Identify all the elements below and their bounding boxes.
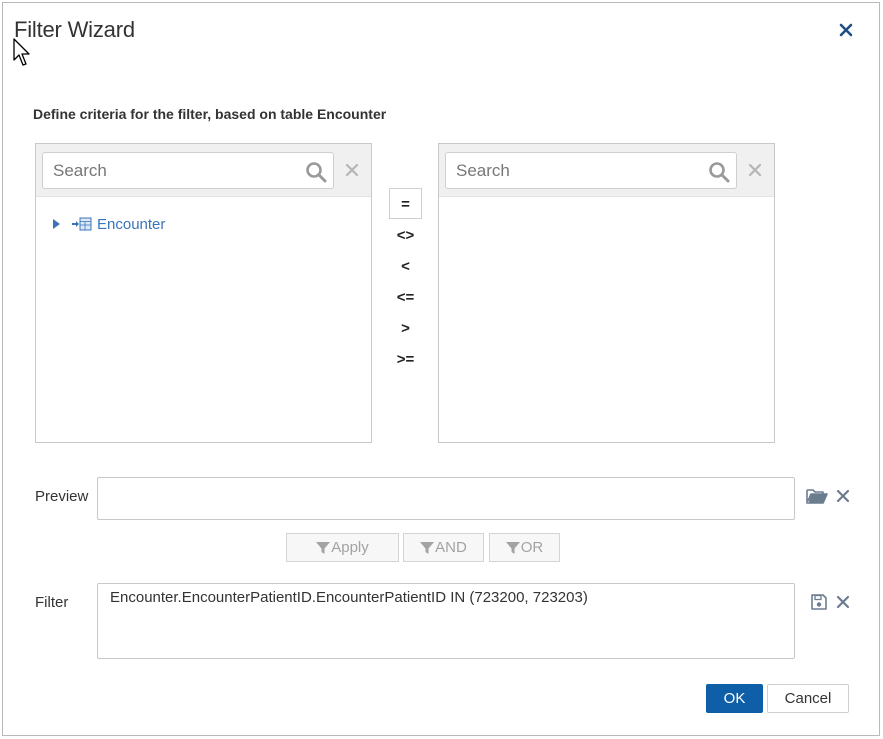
close-icon[interactable]: [836, 20, 856, 40]
filter-label: Filter: [35, 594, 69, 611]
value-panel: [438, 143, 775, 443]
value-search-bar: [439, 144, 774, 197]
mouse-cursor-icon: [13, 38, 30, 66]
search-icon[interactable]: [305, 161, 327, 183]
preview-field[interactable]: [97, 477, 795, 520]
clear-preview-icon[interactable]: [836, 489, 850, 503]
operator-less-equal-button[interactable]: <=: [389, 281, 422, 312]
funnel-icon: [316, 541, 331, 554]
operator-equals-button[interactable]: =: [389, 188, 422, 219]
operator-not-equals-button[interactable]: <>: [389, 219, 422, 250]
operator-greater-than-button[interactable]: >: [389, 312, 422, 343]
operator-greater-equal-button[interactable]: >=: [389, 343, 422, 374]
clear-search-icon[interactable]: [747, 162, 763, 178]
expand-arrow-icon[interactable]: [50, 218, 62, 230]
dialog-subtitle: Define criteria for the filter, based on…: [33, 106, 387, 122]
cancel-button[interactable]: Cancel: [767, 684, 849, 713]
search-icon[interactable]: [708, 161, 730, 183]
save-icon[interactable]: [810, 593, 828, 611]
value-search-box: [445, 152, 737, 189]
or-button[interactable]: OR: [489, 533, 560, 562]
tree-item-encounter[interactable]: Encounter: [50, 214, 165, 234]
value-search-input[interactable]: [446, 153, 701, 188]
folder-open-icon[interactable]: [806, 487, 828, 505]
table-link-icon: [72, 217, 92, 231]
funnel-icon: [505, 541, 520, 554]
clear-search-icon[interactable]: [344, 162, 360, 178]
operator-list: = <> < <= > >=: [389, 188, 422, 374]
and-button-label: AND: [435, 539, 467, 556]
operator-less-than-button[interactable]: <: [389, 250, 422, 281]
field-search-box: [42, 152, 334, 189]
apply-button-label: Apply: [331, 539, 369, 556]
field-tree-search-bar: [36, 144, 371, 197]
apply-button[interactable]: Apply: [286, 533, 399, 562]
clear-filter-icon[interactable]: [836, 595, 850, 609]
and-button[interactable]: AND: [403, 533, 484, 562]
preview-label: Preview: [35, 488, 89, 505]
or-button-label: OR: [520, 539, 544, 556]
field-tree-panel: Encounter: [35, 143, 372, 443]
field-search-input[interactable]: [43, 153, 298, 188]
tree-item-label: Encounter: [97, 215, 166, 233]
funnel-icon: [420, 541, 435, 554]
ok-button[interactable]: OK: [706, 684, 763, 713]
filter-field[interactable]: Encounter.EncounterPatientID.EncounterPa…: [97, 583, 795, 659]
